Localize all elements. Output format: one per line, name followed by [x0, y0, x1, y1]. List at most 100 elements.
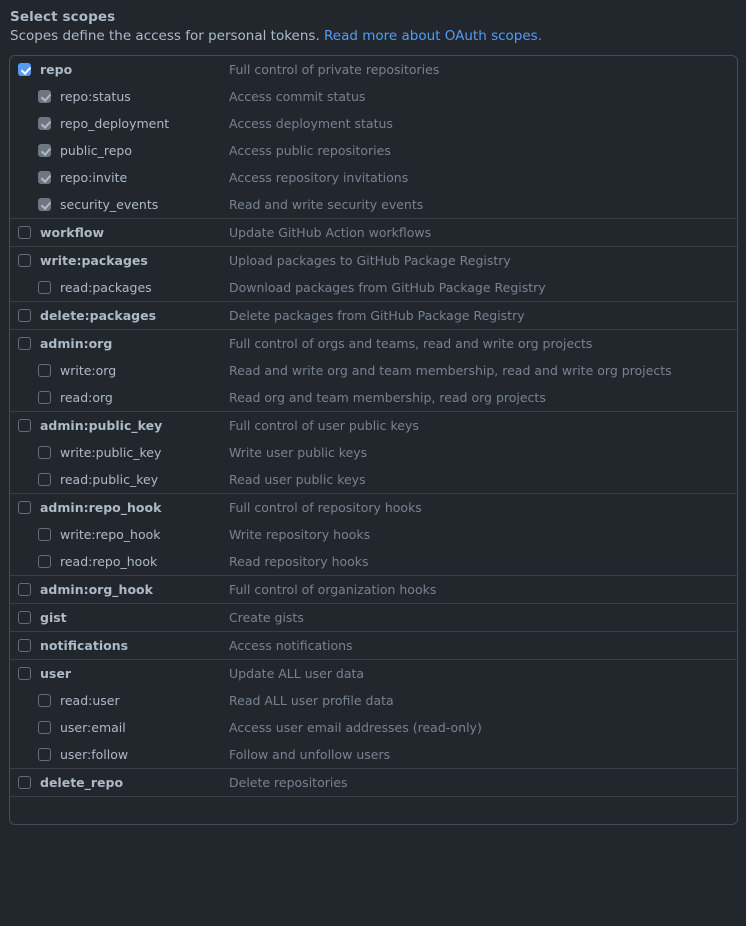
scope-group	[10, 797, 737, 824]
scope-row[interactable]: notifications Access notifications	[10, 632, 737, 659]
scope-checkbox-user[interactable]	[18, 667, 31, 680]
scope-description: Access commit status	[229, 89, 366, 104]
scope-checkbox-user:email[interactable]	[38, 721, 51, 734]
scope-checkbox-write:repo_hook[interactable]	[38, 528, 51, 541]
scope-checkbox-read:repo_hook[interactable]	[38, 555, 51, 568]
scope-description: Delete packages from GitHub Package Regi…	[229, 308, 525, 323]
scope-checkbox-repo_deployment	[38, 117, 51, 130]
oauth-scopes-link[interactable]: Read more about OAuth scopes.	[324, 28, 542, 44]
scope-checkbox-repo:invite	[38, 171, 51, 184]
scope-label: write:repo_hook	[60, 527, 161, 542]
scope-row[interactable]: repo Full control of private repositories	[10, 56, 737, 83]
scope-description: Read user public keys	[229, 472, 366, 487]
scope-group: user Update ALL user data read:user Read AL…	[10, 660, 737, 769]
scope-row[interactable]: admin:org_hook Full control of organizati…	[10, 576, 737, 603]
scope-label: public_repo	[60, 143, 132, 158]
scope-row[interactable]: gist Create gists	[10, 604, 737, 631]
scope-description: Read and write security events	[229, 197, 424, 212]
scope-checkbox-public_repo	[38, 144, 51, 157]
scope-checkbox-admin:org[interactable]	[18, 337, 31, 350]
scope-checkbox-delete_repo[interactable]	[18, 776, 31, 789]
scope-checkbox-read:user[interactable]	[38, 694, 51, 707]
scope-checkbox-admin:org_hook[interactable]	[18, 583, 31, 596]
scope-label: read:public_key	[60, 472, 159, 487]
scope-checkbox-repo[interactable]	[18, 63, 31, 76]
scope-group: notifications Access notifications	[10, 632, 737, 660]
scope-row[interactable]: security_events Read and write security e…	[10, 191, 737, 218]
scope-row[interactable]: write:packages Upload packages to GitHub …	[10, 247, 737, 274]
scope-row[interactable]: user Update ALL user data	[10, 660, 737, 687]
scope-checkbox-user:follow[interactable]	[38, 748, 51, 761]
scope-description: Create gists	[229, 610, 304, 625]
scope-group: admin:repo_hook Full control of repositor…	[10, 494, 737, 576]
scope-label: workflow	[40, 225, 105, 240]
scope-row[interactable]: delete_repo Delete repositories	[10, 769, 737, 796]
scope-row[interactable]: user:follow Follow and unfollow users	[10, 741, 737, 768]
scope-checkbox-write:public_key[interactable]	[38, 446, 51, 459]
scope-group-partial	[10, 797, 737, 824]
scope-description: Upload packages to GitHub Package Regist…	[229, 253, 511, 268]
scope-description: Delete repositories	[229, 775, 348, 790]
scope-checkbox-delete:packages[interactable]	[18, 309, 31, 322]
scope-description: Read ALL user profile data	[229, 693, 394, 708]
scope-description: Update ALL user data	[229, 666, 365, 681]
scope-label: delete_repo	[40, 775, 124, 790]
scope-checkbox-gist[interactable]	[18, 611, 31, 624]
scope-row[interactable]: user:email Access user email addresses (r…	[10, 714, 737, 741]
scope-group: gist Create gists	[10, 604, 737, 632]
scope-description: Download packages from GitHub Package Re…	[229, 280, 546, 295]
scope-row[interactable]: public_repo Access public repositories	[10, 137, 737, 164]
scope-label: admin:public_key	[40, 418, 163, 433]
scope-label: repo:status	[60, 89, 131, 104]
scope-checkbox-admin:public_key[interactable]	[18, 419, 31, 432]
scope-description: Full control of orgs and teams, read and…	[229, 336, 593, 351]
scope-label: admin:org	[40, 336, 113, 351]
scope-row[interactable]: read:user Read ALL user profile data	[10, 687, 737, 714]
scope-label: write:org	[60, 363, 117, 378]
scope-row[interactable]: repo:status Access commit status	[10, 83, 737, 110]
scope-row[interactable]: write:org Read and write org and team mem…	[10, 357, 737, 384]
scope-row[interactable]: write:public_key Write user public keys	[10, 439, 737, 466]
scope-row[interactable]: repo:invite Access repository invitations	[10, 164, 737, 191]
scope-description: Follow and unfollow users	[229, 747, 391, 762]
scope-description: Access user email addresses (read-only)	[229, 720, 482, 735]
scope-label: admin:repo_hook	[40, 500, 162, 515]
scope-label: read:packages	[60, 280, 152, 295]
scope-checkbox-admin:repo_hook[interactable]	[18, 501, 31, 514]
scope-description: Read and write org and team membership, …	[229, 363, 672, 378]
scope-checkbox-read:public_key[interactable]	[38, 473, 51, 486]
scope-row[interactable]: admin:repo_hook Full control of repositor…	[10, 494, 737, 521]
scope-label: write:public_key	[60, 445, 162, 460]
scope-description: Write user public keys	[229, 445, 368, 460]
scope-row[interactable]: read:public_key Read user public keys	[10, 466, 737, 493]
scope-group: admin:org_hook Full control of organizati…	[10, 576, 737, 604]
scope-description: Access public repositories	[229, 143, 391, 158]
scope-checkbox-read:packages[interactable]	[38, 281, 51, 294]
scope-row[interactable]: admin:public_key Full control of user pub…	[10, 412, 737, 439]
scope-description: Access repository invitations	[229, 170, 409, 185]
scope-label: notifications	[40, 638, 129, 653]
scope-description: Full control of organization hooks	[229, 582, 437, 597]
scope-checkbox-write:packages[interactable]	[18, 254, 31, 267]
scope-label: read:user	[60, 693, 120, 708]
scope-group: admin:org Full control of orgs and teams,…	[10, 330, 737, 412]
scope-label: repo_deployment	[60, 116, 170, 131]
scope-checkbox-write:org[interactable]	[38, 364, 51, 377]
scope-row[interactable]: read:repo_hook Read repository hooks	[10, 548, 737, 575]
scope-row[interactable]: write:repo_hook Write repository hooks	[10, 521, 737, 548]
scope-checkbox-read:org[interactable]	[38, 391, 51, 404]
scope-label: delete:packages	[40, 308, 157, 323]
scope-row[interactable]: read:org Read org and team membership, re…	[10, 384, 737, 411]
scope-checkbox-notifications[interactable]	[18, 639, 31, 652]
scope-group: delete_repo Delete repositories	[10, 769, 737, 797]
scope-row[interactable]: workflow Update GitHub Action workflows	[10, 219, 737, 246]
scope-checkbox-security_events	[38, 198, 51, 211]
scope-description: Access deployment status	[229, 116, 393, 131]
scope-row[interactable]: delete:packages Delete packages from GitH…	[10, 302, 737, 329]
scope-group: delete:packages Delete packages from GitH…	[10, 302, 737, 330]
scope-label: repo	[40, 62, 73, 77]
scope-row[interactable]: admin:org Full control of orgs and teams,…	[10, 330, 737, 357]
scope-row[interactable]: read:packages Download packages from GitH…	[10, 274, 737, 301]
scope-row[interactable]: repo_deployment Access deployment status	[10, 110, 737, 137]
scope-checkbox-workflow[interactable]	[18, 226, 31, 239]
